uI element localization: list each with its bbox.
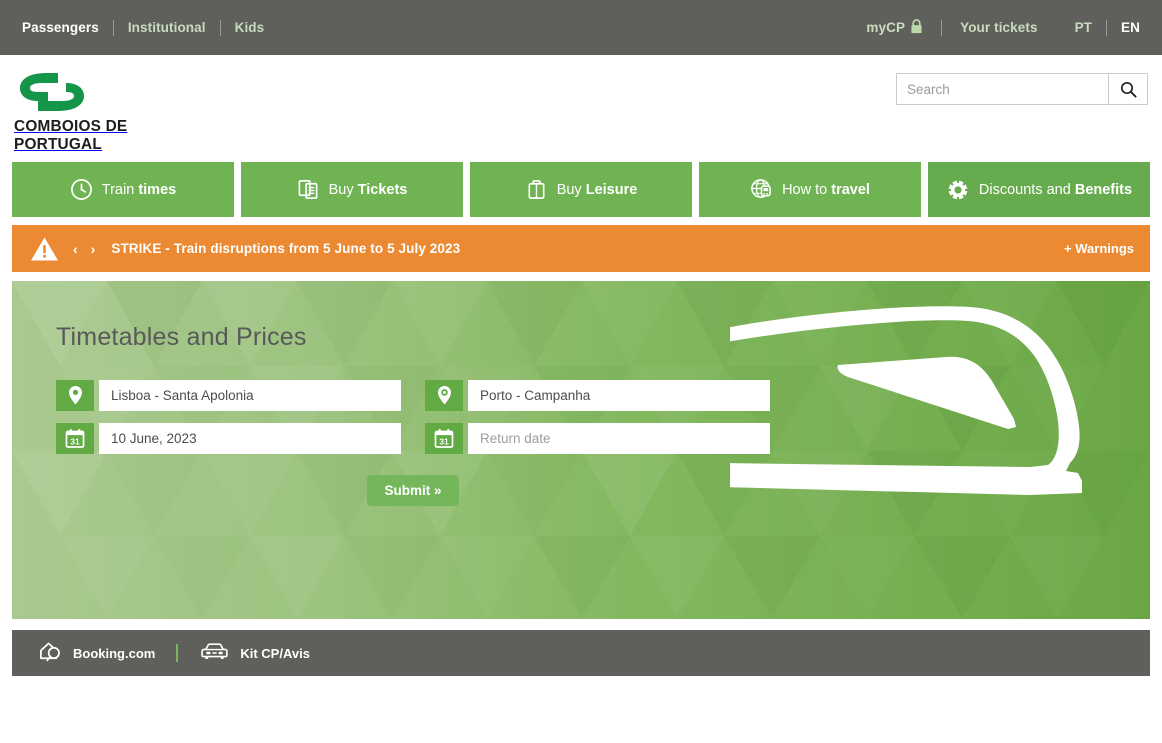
language-en[interactable]: EN [1121,20,1140,35]
your-tickets-link[interactable]: Your tickets [960,20,1037,35]
map-pin-target-icon[interactable] [425,380,463,411]
globe-train-icon [750,178,773,201]
hero-content: Timetables and Prices Lisboa - Santa Apo… [12,281,1150,506]
documents-icon [297,178,320,201]
warning-prev-arrow[interactable]: ‹ [73,242,78,256]
nav-label: Discounts and Benefits [978,181,1133,198]
suitcase-icon [525,178,548,201]
timetable-search-form: 31 31 [56,380,770,454]
calendar-icon[interactable]: 31 [425,423,463,454]
primary-nav: Train times Buy Tickets Buy Leisure How … [12,162,1150,217]
partner-label: Booking.com [73,645,156,661]
warning-triangle-icon [30,236,59,262]
search-box [896,73,1148,105]
partner-booking-com[interactable]: Booking.com [38,640,155,666]
nav-how-to-travel[interactable]: How to travel [699,162,921,217]
nav-buy-leisure[interactable]: Buy Leisure [470,162,692,217]
warning-carousel-controls: ‹ › [73,242,95,256]
map-pin-icon[interactable] [56,380,94,411]
departure-date-input[interactable] [99,423,401,454]
language-pt[interactable]: PT [1075,20,1092,35]
nav-label: Buy Tickets [328,181,408,198]
hero-timetables-panel: Timetables and Prices Lisboa - Santa Apo… [12,281,1150,619]
warning-next-arrow[interactable]: › [91,242,96,256]
topbar-link-passengers[interactable]: Passengers [22,20,99,35]
clock-icon [70,178,93,201]
logo-wordmark: COMBOIOS DE PORTUGAL [14,118,128,153]
divider [112,19,114,36]
destination-field [425,380,770,411]
car-icon [199,641,230,665]
divider [219,19,221,36]
topbar-left-links: Passengers Institutional Kids [22,19,265,36]
top-utility-bar: Passengers Institutional Kids myCP Your … [0,0,1162,55]
svg-text:31: 31 [70,436,80,446]
return-date-input[interactable] [468,423,770,454]
topbar-link-institutional[interactable]: Institutional [128,20,206,35]
svg-text:31: 31 [439,436,449,446]
page-title: Timetables and Prices [56,323,307,351]
submit-button[interactable]: Submit » [367,475,459,506]
search-icon [1120,81,1137,98]
return-date-field: 31 [425,423,770,454]
nav-buy-tickets[interactable]: Buy Tickets [241,162,463,217]
origin-field [56,380,401,411]
partner-footer-bar: Booking.com Kit CP/Avis [12,630,1150,676]
topbar-link-kids[interactable]: Kids [235,20,265,35]
cp-logo[interactable]: COMBOIOS DE PORTUGAL [14,71,214,154]
warning-message[interactable]: STRIKE - Train disruptions from 5 June t… [111,241,460,256]
calendar-icon[interactable]: 31 [56,423,94,454]
search-input[interactable] [896,73,1108,105]
lock-icon [910,18,923,37]
mycp-link[interactable]: myCP [866,18,923,37]
submit-row: Submit » [56,475,770,506]
mycp-label: myCP [866,20,906,35]
divider [176,644,179,662]
nav-label: How to travel [782,181,870,198]
more-warnings-link[interactable]: + Warnings [1064,241,1134,256]
booking-house-icon [38,640,63,666]
nav-discounts-benefits[interactable]: Discounts and Benefits [928,162,1150,217]
divider [1106,19,1108,36]
nav-label: Buy Leisure [556,181,638,198]
nav-label: Train times [101,181,177,198]
destination-input[interactable] [468,380,770,411]
nav-train-times[interactable]: Train times [12,162,234,217]
search-button[interactable] [1108,73,1148,105]
warning-banner: ‹ › STRIKE - Train disruptions from 5 Ju… [12,225,1150,272]
partner-kit-cp-avis[interactable]: Kit CP/Avis [199,641,310,665]
departure-date-field: 31 [56,423,401,454]
origin-input[interactable] [99,380,401,411]
divider [941,19,943,36]
partner-label: Kit CP/Avis [240,645,310,661]
topbar-right-links: myCP Your tickets PT EN [866,18,1140,37]
cp-logo-mark [20,73,84,111]
gear-icon [946,178,970,202]
site-header: COMBOIOS DE PORTUGAL [0,55,1162,162]
